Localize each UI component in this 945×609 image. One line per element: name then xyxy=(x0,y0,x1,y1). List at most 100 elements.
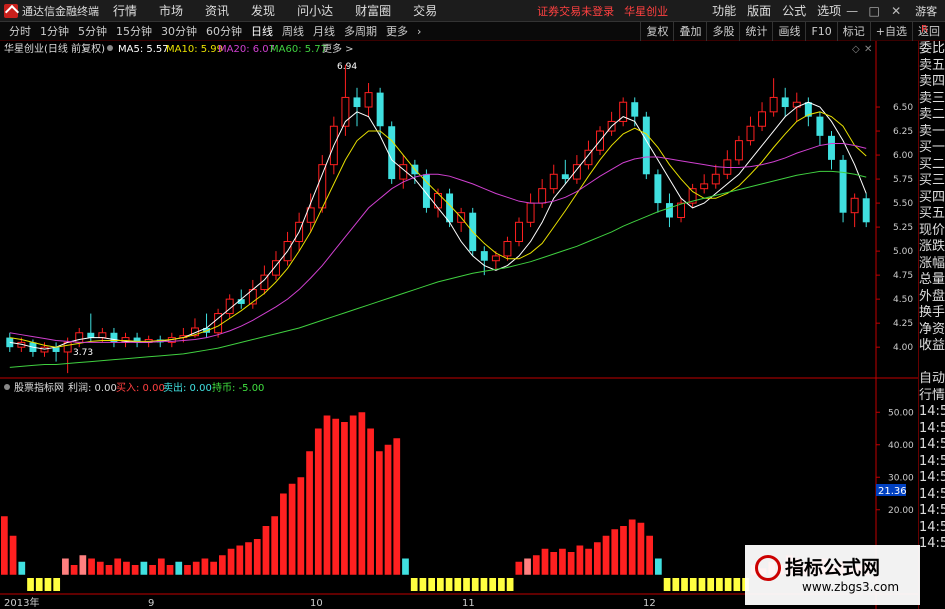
quote-panel-item[interactable]: 卖一 xyxy=(919,124,945,141)
menu-item-discover[interactable]: 发现 xyxy=(251,2,275,19)
quote-panel-item[interactable]: 卖三 xyxy=(919,91,945,108)
indicator-bar xyxy=(489,578,497,591)
indicator-bar xyxy=(550,552,558,575)
restore-rights-button[interactable]: 复权 xyxy=(640,22,673,41)
menu-item-formula[interactable]: 公式 xyxy=(782,2,806,19)
right-panel-indicator[interactable]: R xyxy=(921,24,928,35)
y-tick-label: 5.00 xyxy=(893,247,913,257)
quote-panel-item[interactable]: 委比 xyxy=(919,41,945,58)
period-60min[interactable]: 60分钟 xyxy=(206,23,242,39)
overlay-button[interactable]: 叠加 xyxy=(673,22,706,41)
quote-panel-item[interactable]: 买四 xyxy=(919,190,945,207)
indicator-bar xyxy=(245,542,252,575)
quote-panel-item[interactable]: 14:50 xyxy=(919,470,945,487)
quote-panel-item[interactable]: 净资 xyxy=(919,322,945,339)
back-button[interactable]: 返回 xyxy=(912,22,945,41)
maximize-icon[interactable]: □ xyxy=(863,0,885,22)
draw-line-button[interactable]: 画线 xyxy=(772,22,805,41)
period-monthly[interactable]: 月线 xyxy=(313,23,335,39)
minimize-icon[interactable]: — xyxy=(841,0,863,22)
quote-panel-item[interactable]: 总量 xyxy=(919,272,945,289)
settings-dot-icon[interactable] xyxy=(107,45,113,51)
quote-panel-item[interactable]: 涨跌 xyxy=(919,239,945,256)
indicator-bar xyxy=(445,578,453,591)
period-intraday[interactable]: 分时 xyxy=(9,23,31,39)
quote-panel-item[interactable]: 14:50 xyxy=(919,536,945,553)
period-more[interactable]: 更多 xyxy=(386,23,408,39)
indicator-bar xyxy=(515,561,523,575)
quote-panel-item[interactable]: 买三 xyxy=(919,173,945,190)
quote-panel-item[interactable]: 自动 xyxy=(919,371,945,388)
watermark-logo-icon xyxy=(755,555,781,581)
period-more-arrow-icon[interactable]: › xyxy=(417,25,421,38)
quote-panel-item[interactable]: 14:50 xyxy=(919,404,945,421)
quote-panel-item[interactable]: 换手 xyxy=(919,305,945,322)
quote-panel-item[interactable]: 外盘 xyxy=(919,289,945,306)
indicator-bar xyxy=(419,578,427,591)
menu-item-layout[interactable]: 版面 xyxy=(747,2,771,19)
login-status[interactable]: 证券交易未登录 xyxy=(537,3,614,19)
chart-canvas[interactable]: 华星创业(日线 前复权) MA5: 5.57 MA10: 5.99 MA20: … xyxy=(0,41,918,609)
sub-settings-dot-icon[interactable] xyxy=(4,384,10,390)
chart-close-icon[interactable]: ✕ xyxy=(864,44,872,55)
period-1min[interactable]: 1分钟 xyxy=(40,23,69,39)
indicator-bar xyxy=(70,565,78,575)
menu-item-wealth[interactable]: 财富圈 xyxy=(355,2,391,19)
candle-body-up xyxy=(769,96,778,113)
mark-button[interactable]: 标记 xyxy=(836,22,870,41)
quote-panel-item[interactable]: 14:50 xyxy=(919,421,945,438)
period-multi[interactable]: 多周期 xyxy=(344,23,377,39)
guest-label[interactable]: 游客 xyxy=(915,3,937,19)
menu-item-options[interactable]: 选项 xyxy=(817,2,841,19)
quote-panel-item[interactable]: 行情 xyxy=(919,388,945,405)
menu-item-market-quotes[interactable]: 行情 xyxy=(113,2,137,19)
quote-panel-item[interactable]: 买五 xyxy=(919,206,945,223)
period-15min[interactable]: 15分钟 xyxy=(116,23,152,39)
indicator-bar xyxy=(480,578,488,591)
period-5min[interactable]: 5分钟 xyxy=(78,23,107,39)
multi-stock-button[interactable]: 多股 xyxy=(706,22,739,41)
quote-panel-item[interactable]: 买一 xyxy=(919,140,945,157)
quote-panel-item[interactable] xyxy=(919,355,945,372)
candle-body-down xyxy=(561,174,569,180)
statistics-button[interactable]: 统计 xyxy=(739,22,772,41)
quote-panel-item[interactable]: 卖二 xyxy=(919,107,945,124)
quote-panel-item[interactable]: 卖四 xyxy=(919,74,945,91)
quote-panel-item[interactable]: 现价 xyxy=(919,223,945,240)
candle-body-up xyxy=(318,164,327,209)
menu-item-market[interactable]: 市场 xyxy=(159,2,183,19)
more-indicators-link[interactable]: 更多 > xyxy=(322,42,354,55)
menu-item-trade[interactable]: 交易 xyxy=(413,2,437,19)
indicator-bar xyxy=(53,578,61,591)
candle-body-up xyxy=(526,202,535,223)
y-tick-label: 5.25 xyxy=(893,223,913,233)
chart-settings-icon[interactable]: ◇ xyxy=(852,44,860,55)
quote-panel-item[interactable]: 收益 xyxy=(919,338,945,355)
period-daily[interactable]: 日线 xyxy=(251,23,273,39)
indicator-bar xyxy=(576,545,584,575)
quote-panel-item[interactable]: 14:50 xyxy=(919,454,945,471)
indicator-bar xyxy=(96,561,104,575)
quote-panel-item[interactable]: 14:50 xyxy=(919,437,945,454)
close-icon[interactable]: ✕ xyxy=(885,0,907,22)
quote-panel-item[interactable]: 买二 xyxy=(919,157,945,174)
menu-item-news[interactable]: 资讯 xyxy=(205,2,229,19)
quote-panel-item[interactable]: 卖五 xyxy=(919,58,945,75)
quote-panel-item[interactable]: 涨幅 xyxy=(919,256,945,273)
add-watchlist-button[interactable]: +自选 xyxy=(869,22,912,41)
quote-panel-item[interactable]: 14:50 xyxy=(919,503,945,520)
menu-item-function[interactable]: 功能 xyxy=(712,2,736,19)
indicator-bar xyxy=(62,558,69,575)
sub-y-tick-label: 20.00 xyxy=(888,506,914,516)
candle-body-down xyxy=(376,92,384,127)
quote-panel-item[interactable]: 14:50 xyxy=(919,520,945,537)
indicator-bar xyxy=(44,578,52,591)
indicator-bar xyxy=(219,555,226,575)
f10-button[interactable]: F10 xyxy=(805,22,836,41)
candle-body-down xyxy=(480,251,488,261)
y-tick-label: 6.25 xyxy=(893,127,913,137)
menu-item-ask[interactable]: 问小达 xyxy=(297,2,333,19)
quote-panel-item[interactable]: 14:50 xyxy=(919,487,945,504)
period-30min[interactable]: 30分钟 xyxy=(161,23,197,39)
period-weekly[interactable]: 周线 xyxy=(282,23,304,39)
